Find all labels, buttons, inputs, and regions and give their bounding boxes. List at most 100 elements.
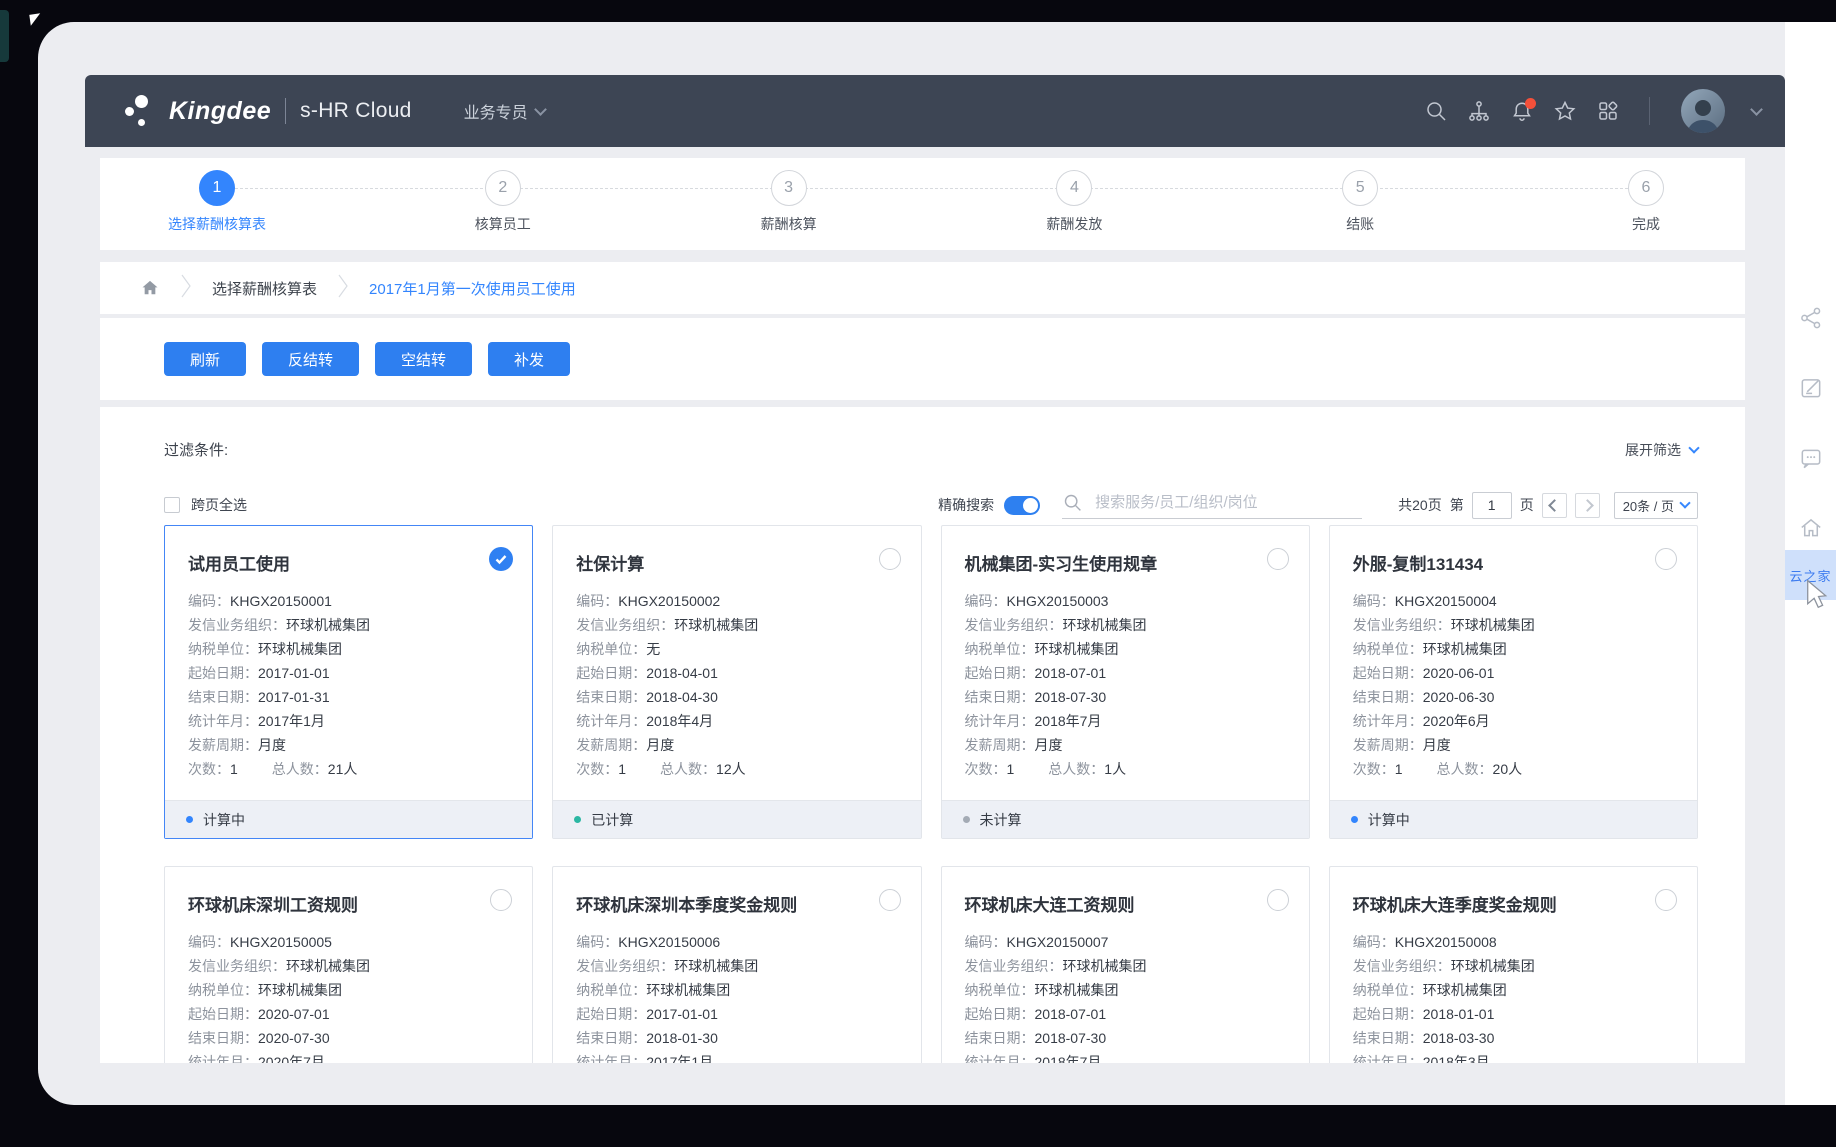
payroll-card[interactable]: 环球机床深圳本季度奖金规则 编码：KHGX20150006发信业务组织：环球机械… [552, 866, 921, 1063]
background-cursor-artifact [29, 13, 41, 25]
card-field: 统计年月：2018年7月 [965, 1050, 1286, 1063]
page-size-select[interactable]: 20条 / 页 [1614, 492, 1698, 519]
wizard-step-1[interactable]: 1选择薪酬核算表 [158, 158, 276, 250]
card-grid: 试用员工使用 编码：KHGX20150001发信业务组织：环球机械集团纳税单位：… [164, 525, 1698, 1063]
select-radio[interactable] [879, 548, 901, 570]
field-label: 统计年月： [1353, 713, 1423, 729]
card-field: 结束日期：2018-04-30 [576, 685, 897, 709]
search-box [1062, 492, 1362, 519]
field-label: 编码： [965, 934, 1007, 950]
field-label: 纳税单位： [576, 641, 646, 657]
kingdee-logo-icon [125, 92, 157, 130]
payroll-card[interactable]: 环球机床大连季度奖金规则 编码：KHGX20150008发信业务组织：环球机械集… [1329, 866, 1698, 1063]
wizard-step-2[interactable]: 2核算员工 [444, 158, 562, 250]
next-page-button[interactable] [1575, 493, 1600, 518]
toolbar-button-补发[interactable]: 补发 [488, 342, 570, 376]
breadcrumb-current-item[interactable]: 2017年1月第一次使用员工使用 [369, 278, 576, 299]
org-chart-icon[interactable] [1467, 99, 1491, 123]
card-field: 结束日期：2020-06-30 [1353, 685, 1674, 709]
field-label: 发薪周期： [188, 737, 258, 753]
search-icon[interactable] [1424, 99, 1448, 123]
card-fields: 编码：KHGX20150005发信业务组织：环球机械集团纳税单位：环球机械集团起… [165, 924, 532, 1063]
field-value: 环球机械集团 [1063, 617, 1147, 633]
select-radio[interactable] [1655, 889, 1677, 911]
card-field: 统计年月：2017年1月 [188, 709, 509, 733]
payroll-card[interactable]: 机械集团-实习生使用规章 编码：KHGX20150003发信业务组织：环球机械集… [941, 525, 1310, 839]
field-label: 编码： [576, 593, 618, 609]
user-avatar[interactable] [1681, 89, 1725, 133]
wizard-step-3[interactable]: 3薪酬核算 [730, 158, 848, 250]
select-all-checkbox[interactable]: 跨页全选 [164, 495, 247, 515]
field-label: 发信业务组织： [1353, 958, 1451, 974]
chevron-down-icon[interactable] [1750, 103, 1763, 116]
step-number: 3 [771, 170, 807, 206]
field-value: 2020-07-30 [258, 1030, 330, 1046]
toolbar-button-反结转[interactable]: 反结转 [262, 342, 359, 376]
payroll-card[interactable]: 社保计算 编码：KHGX20150002发信业务组织：环球机械集团纳税单位：无起… [552, 525, 921, 839]
field-label: 发信业务组织： [576, 617, 674, 633]
field-label: 纳税单位： [965, 982, 1035, 998]
favorite-star-icon[interactable] [1553, 99, 1577, 123]
field-label: 起始日期： [576, 1006, 646, 1022]
breadcrumb: 选择薪酬核算表 2017年1月第一次使用员工使用 [100, 262, 1745, 314]
card-field: 发信业务组织：环球机械集团 [1353, 613, 1674, 637]
payroll-card[interactable]: 环球机床深圳工资规则 编码：KHGX20150005发信业务组织：环球机械集团纳… [164, 866, 533, 1063]
field-value: 2020年7月 [258, 1054, 325, 1063]
checkbox-icon[interactable] [164, 497, 180, 513]
payroll-card[interactable]: 试用员工使用 编码：KHGX20150001发信业务组织：环球机械集团纳税单位：… [164, 525, 533, 839]
card-field: 起始日期：2017-01-01 [188, 661, 509, 685]
wizard-step-6[interactable]: 6完成 [1587, 158, 1705, 250]
field-label: 纳税单位： [1353, 641, 1423, 657]
status-text: 已计算 [591, 810, 633, 830]
comment-icon[interactable] [1798, 445, 1824, 476]
select-radio[interactable] [1655, 548, 1677, 570]
card-field: 起始日期：2017-01-01 [576, 1002, 897, 1026]
select-radio[interactable] [1267, 548, 1289, 570]
status-text: 计算中 [203, 810, 245, 830]
page-number-input[interactable] [1472, 492, 1512, 519]
breadcrumb-item[interactable]: 选择薪酬核算表 [212, 278, 317, 299]
share-icon[interactable] [1798, 305, 1824, 336]
filter-title: 过滤条件: [164, 439, 228, 460]
field-label: 发薪周期： [1353, 737, 1423, 753]
field-label: 纳税单位： [965, 641, 1035, 657]
field-label: 次数： [1353, 761, 1395, 777]
step-wizard: 1选择薪酬核算表 2核算员工 3薪酬核算 4薪酬发放 5结账 6完成 [100, 158, 1745, 250]
wizard-step-4[interactable]: 4薪酬发放 [1015, 158, 1133, 250]
card-status-bar: 未计算 [942, 800, 1309, 838]
role-menu[interactable]: 业务专员 [464, 99, 545, 123]
field-label: 发信业务组织： [188, 617, 286, 633]
expand-filter-label: 展开筛选 [1625, 440, 1681, 460]
notification-bell-icon[interactable] [1510, 99, 1534, 123]
card-field: 纳税单位：环球机械集团 [188, 978, 509, 1002]
toolbar-button-空结转[interactable]: 空结转 [375, 342, 472, 376]
field-value: 2017年1月 [646, 1054, 713, 1063]
search-input[interactable] [1093, 493, 1362, 512]
pagination: 共20页 第 页 20条 / 页 [1398, 492, 1698, 519]
field-value: 12人 [716, 761, 746, 777]
home-icon[interactable] [1798, 515, 1824, 546]
home-icon[interactable] [140, 278, 160, 298]
precise-search-toggle[interactable] [1004, 496, 1040, 515]
payroll-card[interactable]: 外服-复制131434 编码：KHGX20150004发信业务组织：环球机械集团… [1329, 525, 1698, 839]
expand-filter-button[interactable]: 展开筛选 [1625, 440, 1698, 460]
select-radio[interactable] [879, 889, 901, 911]
card-field: 统计年月：2020年6月 [1353, 709, 1674, 733]
card-field: 起始日期：2018-07-01 [965, 661, 1286, 685]
card-field: 编码：KHGX20150004 [1353, 589, 1674, 613]
wizard-step-5[interactable]: 5结账 [1301, 158, 1419, 250]
search-icon [1062, 492, 1083, 513]
edit-icon[interactable] [1798, 375, 1824, 406]
select-radio[interactable] [1267, 889, 1289, 911]
app-grid-icon[interactable] [1596, 99, 1620, 123]
card-field: 统计年月：2020年7月 [188, 1050, 509, 1063]
card-title: 环球机床大连工资规则 [942, 867, 1309, 924]
payroll-card[interactable]: 环球机床大连工资规则 编码：KHGX20150007发信业务组织：环球机械集团纳… [941, 866, 1310, 1063]
field-value: 2017-01-01 [258, 665, 330, 681]
field-label: 起始日期： [188, 665, 258, 681]
field-value: 2018-04-01 [646, 665, 718, 681]
field-label: 结束日期： [576, 689, 646, 705]
toolbar-button-刷新[interactable]: 刷新 [164, 342, 246, 376]
field-value: 环球机械集团 [258, 641, 342, 657]
prev-page-button[interactable] [1542, 493, 1567, 518]
